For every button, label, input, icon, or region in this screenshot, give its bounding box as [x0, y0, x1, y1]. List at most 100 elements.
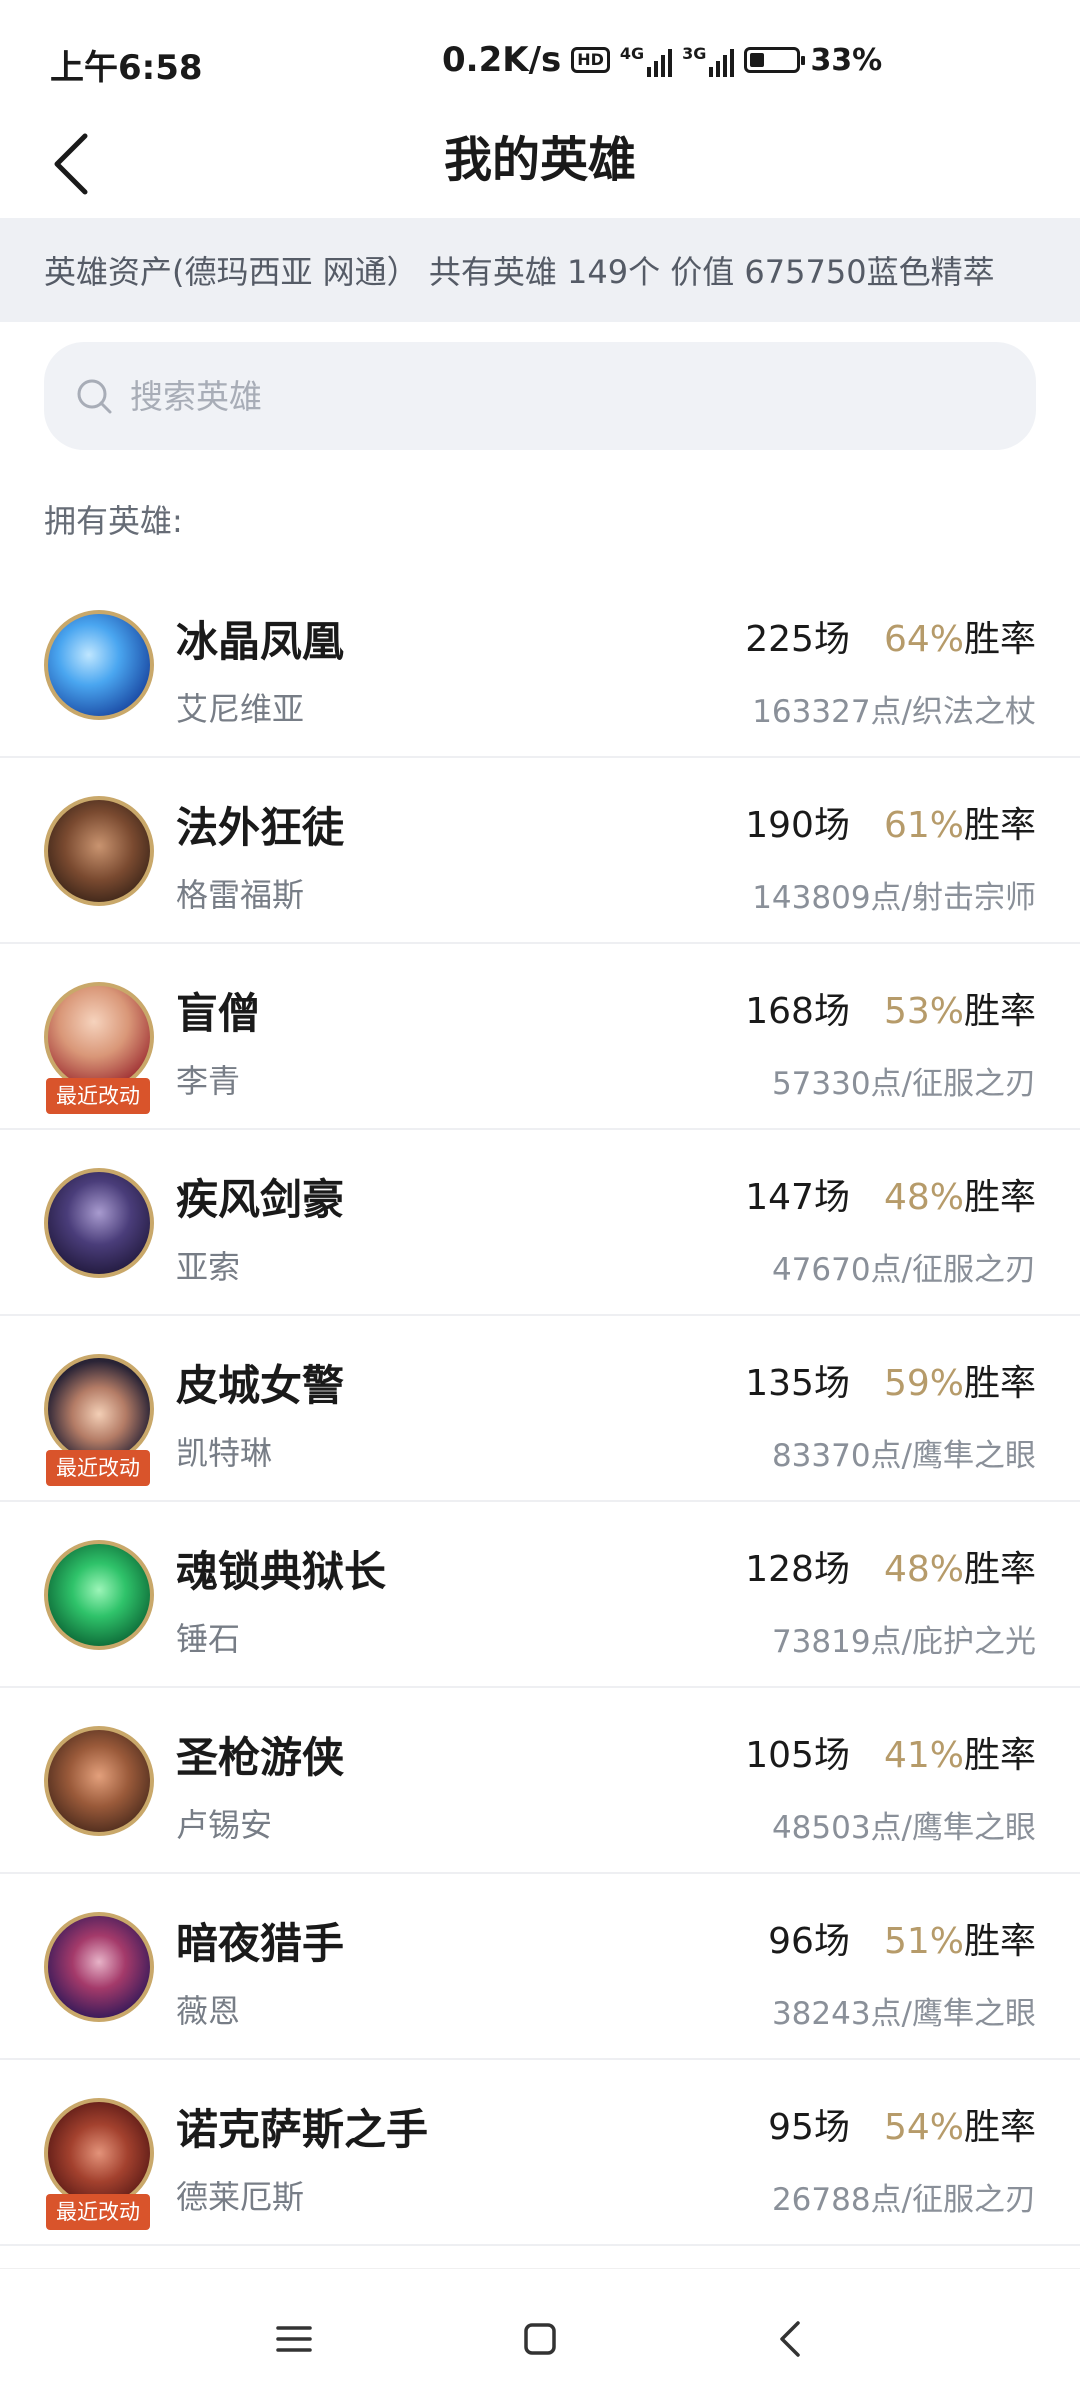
menu-icon — [276, 2326, 312, 2352]
win-rate-label: 胜率 — [963, 1735, 1036, 1776]
games-count: 95场 — [768, 2107, 850, 2148]
hero-row[interactable]: 最近改动 盲僧 李青 168场 53% 胜率 57330点/征服之刃 — [0, 944, 1080, 1130]
hero-row[interactable]: 最近改动 皮城女警 凯特琳 135场 59% 胜率 83370点/鹰隼之眼 — [0, 1316, 1080, 1502]
hero-title: 皮城女警 — [176, 1361, 345, 1410]
hero-name: 薇恩 — [176, 1992, 241, 2030]
win-rate: 54% — [883, 2107, 964, 2148]
avatar-wrap — [44, 1168, 154, 1278]
home-button[interactable] — [500, 2299, 580, 2379]
win-rate-label: 胜率 — [963, 1363, 1036, 1404]
hero-row[interactable]: 法外狂徒 格雷福斯 190场 61% 胜率 143809点/射击宗师 — [0, 758, 1080, 944]
win-rate: 64% — [883, 619, 964, 660]
hero-row[interactable]: 魂锁典狱长 锤石 128场 48% 胜率 73819点/庇护之光 — [0, 1502, 1080, 1688]
recent-change-badge: 最近改动 — [46, 2194, 150, 2230]
hero-stats: 190场 61% 胜率 — [745, 796, 1036, 848]
hero-stats: 105场 41% 胜率 — [745, 1726, 1036, 1778]
back-triangle-icon — [780, 2321, 800, 2357]
hero-points: 57330点/征服之刃 — [771, 1066, 1036, 1102]
games-count: 225场 — [745, 619, 850, 660]
games-count: 147场 — [745, 1177, 850, 1218]
win-rate-label: 胜率 — [963, 805, 1036, 846]
games-count: 96场 — [768, 1921, 850, 1962]
hero-name: 亚索 — [176, 1248, 241, 1286]
games-count: 135场 — [745, 1363, 850, 1404]
hero-stats: 168场 53% 胜率 — [745, 982, 1036, 1034]
search-icon — [77, 379, 112, 414]
hero-avatar — [44, 1912, 154, 2022]
hero-avatar — [44, 1726, 154, 1836]
hero-stats: 225场 64% 胜率 — [745, 610, 1036, 662]
win-rate-label: 胜率 — [963, 1921, 1036, 1962]
hero-title: 魂锁典狱长 — [176, 1547, 387, 1596]
status-indicators: 0.2K/s HD 4G 3G 33% — [442, 40, 882, 80]
recent-change-badge: 最近改动 — [46, 1078, 150, 1114]
asset-summary-banner: 英雄资产(德玛西亚 网通） 共有英雄 149个 价值 675750蓝色精萃 — [0, 218, 1080, 322]
hero-name: 艾尼维亚 — [176, 690, 305, 728]
win-rate-label: 胜率 — [963, 991, 1036, 1032]
avatar-wrap — [44, 610, 154, 720]
games-count: 105场 — [745, 1735, 850, 1776]
hero-points: 73819点/庇护之光 — [771, 1624, 1036, 1660]
search-bar[interactable] — [44, 342, 1036, 450]
hero-row[interactable]: 最近改动 诺克萨斯之手 德莱厄斯 95场 54% 胜率 26788点/征服之刃 — [0, 2060, 1080, 2246]
hero-stats: 96场 51% 胜率 — [768, 1912, 1036, 1964]
hero-avatar — [44, 1168, 154, 1278]
win-rate-label: 胜率 — [963, 1549, 1036, 1590]
avatar-wrap: 最近改动 — [44, 982, 154, 1114]
win-rate-label: 胜率 — [963, 2107, 1036, 2148]
home-square-icon — [524, 2323, 556, 2355]
hero-row[interactable]: 冰晶凤凰 艾尼维亚 225场 64% 胜率 163327点/织法之杖 — [0, 572, 1080, 758]
hero-title: 暗夜猎手 — [176, 1919, 345, 1968]
hero-stats: 135场 59% 胜率 — [745, 1354, 1036, 1406]
hero-avatar — [44, 610, 154, 720]
hero-title: 疾风剑豪 — [176, 1175, 345, 1224]
hero-name: 锤石 — [176, 1620, 241, 1658]
system-nav-bar — [0, 2268, 1080, 2401]
games-count: 128场 — [745, 1549, 850, 1590]
avatar-wrap — [44, 1912, 154, 2022]
hero-row[interactable]: 疾风剑豪 亚索 147场 48% 胜率 47670点/征服之刃 — [0, 1130, 1080, 1316]
games-count: 168场 — [745, 991, 850, 1032]
hero-points: 26788点/征服之刃 — [771, 2182, 1036, 2218]
hero-title: 冰晶凤凰 — [176, 617, 345, 666]
hero-title: 圣枪游侠 — [176, 1733, 345, 1782]
win-rate: 61% — [883, 805, 964, 846]
hero-points: 83370点/鹰隼之眼 — [771, 1438, 1036, 1474]
hero-points: 38243点/鹰隼之眼 — [771, 1996, 1036, 2032]
hero-name: 格雷福斯 — [176, 876, 305, 914]
hero-name: 卢锡安 — [176, 1806, 273, 1844]
menu-button[interactable] — [254, 2299, 334, 2379]
hero-row[interactable]: 暗夜猎手 薇恩 96场 51% 胜率 38243点/鹰隼之眼 — [0, 1874, 1080, 2060]
hero-row[interactable]: 圣枪游侠 卢锡安 105场 41% 胜率 48503点/鹰隼之眼 — [0, 1688, 1080, 1874]
hero-points: 47670点/征服之刃 — [771, 1252, 1036, 1288]
hero-stats: 128场 48% 胜率 — [745, 1540, 1036, 1592]
avatar-wrap: 最近改动 — [44, 2098, 154, 2230]
battery-percent: 33% — [810, 42, 883, 78]
recent-change-badge: 最近改动 — [46, 1450, 150, 1486]
net-label-3g: 3G — [682, 43, 707, 63]
avatar-wrap — [44, 796, 154, 906]
avatar-wrap — [44, 1726, 154, 1836]
network-speed: 0.2K/s — [442, 40, 562, 80]
hero-name: 李青 — [176, 1062, 241, 1100]
win-rate: 48% — [883, 1549, 964, 1590]
page-title: 我的英雄 — [443, 132, 636, 188]
hero-title: 盲僧 — [176, 989, 261, 1038]
win-rate: 48% — [883, 1177, 964, 1218]
nav-back-button[interactable] — [750, 2299, 830, 2379]
net-label-4g: 4G — [619, 43, 645, 63]
hero-points: 163327点/织法之杖 — [752, 694, 1036, 730]
hero-avatar — [44, 982, 154, 1092]
search-input[interactable] — [128, 375, 932, 417]
owned-heroes-label: 拥有英雄: — [44, 502, 183, 540]
hero-title: 法外狂徒 — [176, 803, 345, 852]
games-count: 190场 — [745, 805, 850, 846]
win-rate: 41% — [883, 1735, 964, 1776]
win-rate-label: 胜率 — [963, 1177, 1036, 1218]
hero-avatar — [44, 2098, 154, 2208]
avatar-wrap — [44, 1540, 154, 1650]
win-rate: 51% — [883, 1921, 964, 1962]
hero-name: 凯特琳 — [176, 1434, 273, 1472]
status-bar: 上午6:58 0.2K/s HD 4G 3G 33% — [0, 0, 1080, 110]
avatar-wrap: 最近改动 — [44, 1354, 154, 1486]
